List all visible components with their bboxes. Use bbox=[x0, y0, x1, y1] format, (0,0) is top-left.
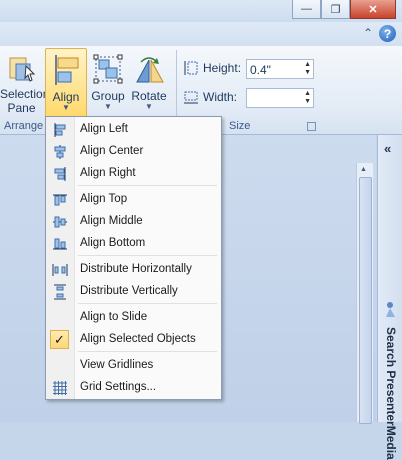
width-row: Width: bbox=[183, 89, 249, 105]
scrollbar-thumb[interactable] bbox=[359, 177, 372, 424]
menu-item-label: Align Top bbox=[80, 193, 128, 205]
align-icon bbox=[55, 55, 79, 85]
menu-item-label: Align Middle bbox=[80, 215, 143, 227]
vertical-scrollbar[interactable]: ▲ bbox=[356, 163, 373, 424]
height-value: 0.4" bbox=[250, 63, 271, 77]
checkmark-icon: ✓ bbox=[50, 330, 69, 349]
menu-item-view-gridlines[interactable]: View Gridlines bbox=[46, 355, 221, 377]
width-icon bbox=[184, 91, 198, 104]
menu-item-distribute-horizontally[interactable]: Distribute Horizontally bbox=[46, 259, 221, 281]
selection-pane-icon bbox=[9, 57, 35, 82]
help-icon[interactable]: ? bbox=[379, 25, 396, 42]
height-field[interactable]: 0.4" ▲ ▼ bbox=[246, 59, 314, 79]
chevron-down-icon: ▼ bbox=[104, 102, 112, 111]
align-right-icon bbox=[54, 167, 66, 181]
width-label: Width: bbox=[203, 90, 238, 104]
dialog-launcher-icon[interactable] bbox=[307, 122, 316, 131]
selection-pane-label-2: Pane bbox=[7, 101, 36, 115]
menu-item-align-to-slide[interactable]: Align to Slide bbox=[46, 307, 221, 329]
distribute-horizontally-icon bbox=[52, 264, 68, 276]
scroll-up-icon[interactable]: ▲ bbox=[360, 166, 367, 173]
menu-item-label: Align Left bbox=[80, 123, 128, 135]
align-middle-icon bbox=[53, 216, 67, 228]
rotate-button[interactable]: Rotate ▼ bbox=[129, 48, 169, 118]
menu-item-align-middle[interactable]: Align Middle bbox=[46, 211, 221, 233]
window-controls: — ❐ ✕ bbox=[292, 0, 396, 19]
align-label: Align bbox=[52, 90, 80, 104]
chevron-down-icon: ▼ bbox=[145, 102, 153, 111]
height-icon bbox=[184, 61, 198, 75]
menu-item-align-top[interactable]: Align Top bbox=[46, 189, 221, 211]
height-row: Height: bbox=[183, 60, 249, 76]
arrange-group-label: Arrange bbox=[4, 120, 44, 132]
rotate-icon bbox=[136, 57, 164, 83]
menu-separator bbox=[78, 351, 217, 352]
ribbon-tab-row: ⌃ ? bbox=[0, 22, 402, 46]
minimize-ribbon-icon[interactable]: ⌃ bbox=[363, 26, 373, 40]
menu-separator bbox=[78, 185, 217, 186]
menu-item-label: Grid Settings... bbox=[80, 381, 157, 393]
align-left-icon bbox=[54, 123, 66, 137]
menu-item-align-selected-objects[interactable]: ✓ Align Selected Objects bbox=[46, 329, 221, 351]
menu-item-align-right[interactable]: Align Right bbox=[46, 163, 221, 185]
selection-pane-label-1: Selection bbox=[0, 87, 50, 101]
spinner-arrows-icon[interactable]: ▲ ▼ bbox=[304, 61, 311, 77]
menu-item-label: View Gridlines bbox=[80, 359, 154, 371]
menu-item-label: Align Bottom bbox=[80, 237, 146, 249]
grid-icon bbox=[53, 381, 67, 395]
chevron-down-icon: ▼ bbox=[62, 103, 70, 112]
menu-item-label: Distribute Vertically bbox=[80, 285, 178, 297]
menu-item-label: Distribute Horizontally bbox=[80, 263, 192, 275]
menu-item-align-left[interactable]: Align Left bbox=[46, 119, 221, 141]
selection-pane-button[interactable]: Selection Pane bbox=[0, 48, 50, 118]
minimize-icon[interactable]: — bbox=[292, 0, 321, 19]
group-icon bbox=[93, 54, 123, 84]
menu-item-align-bottom[interactable]: Align Bottom bbox=[46, 233, 221, 255]
close-icon[interactable]: ✕ bbox=[350, 0, 396, 19]
height-label: Height: bbox=[203, 61, 242, 75]
title-bar: — ❐ ✕ bbox=[0, 0, 402, 22]
group-label: Group bbox=[91, 89, 125, 103]
align-top-icon bbox=[53, 194, 67, 206]
restore-icon[interactable]: ❐ bbox=[321, 0, 350, 19]
width-field[interactable]: ▲ ▼ bbox=[246, 88, 314, 108]
menu-item-distribute-vertically[interactable]: Distribute Vertically bbox=[46, 281, 221, 303]
size-group-label: Size bbox=[229, 120, 251, 132]
align-menu: Align Left Align Center Align Right Alig… bbox=[45, 116, 222, 400]
group-button[interactable]: Group ▼ bbox=[90, 48, 126, 118]
align-center-icon bbox=[54, 145, 66, 159]
rotate-label: Rotate bbox=[131, 89, 167, 103]
menu-item-align-center[interactable]: Align Center bbox=[46, 141, 221, 163]
search-side-panel: « Search PresenterMedia bbox=[377, 135, 402, 460]
menu-separator bbox=[78, 303, 217, 304]
align-bottom-icon bbox=[53, 238, 67, 250]
side-panel-title: Search PresenterMedia bbox=[384, 327, 398, 460]
align-button[interactable]: Align ▼ bbox=[45, 48, 87, 118]
menu-item-label: Align to Slide bbox=[80, 311, 148, 323]
spinner-arrows-icon[interactable]: ▲ ▼ bbox=[304, 90, 311, 106]
menu-item-label: Align Right bbox=[80, 167, 136, 179]
distribute-vertically-icon bbox=[54, 284, 66, 300]
menu-separator bbox=[78, 255, 217, 256]
collapse-panel-icon[interactable]: « bbox=[384, 141, 391, 156]
menu-item-label: Align Center bbox=[80, 145, 144, 157]
menu-item-label: Align Selected Objects bbox=[80, 333, 196, 345]
menu-item-grid-settings[interactable]: Grid Settings... bbox=[46, 377, 221, 399]
presentermedia-icon bbox=[386, 302, 395, 317]
